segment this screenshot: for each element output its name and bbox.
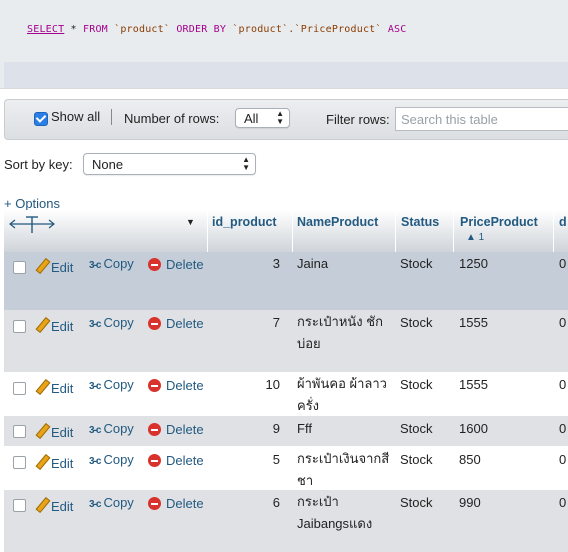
- column-header-price-product[interactable]: PriceProduct: [460, 215, 538, 229]
- edit-button[interactable]: Edit: [35, 377, 73, 396]
- number-of-rows-select[interactable]: All ▲ ▼: [235, 108, 290, 128]
- sql-toolbar-strip: [4, 62, 568, 88]
- copy-button[interactable]: 3-c Copy: [89, 377, 134, 392]
- row-select-checkbox[interactable]: [13, 456, 26, 469]
- copy-icon: 3-c: [89, 260, 101, 271]
- updown-arrows-icon: ▲ ▼: [242, 155, 250, 172]
- show-all-checkbox[interactable]: [34, 112, 48, 126]
- cell-status: Stock: [400, 452, 433, 467]
- cell-id-product: 3: [272, 256, 280, 271]
- copy-icon: 3-c: [89, 456, 101, 467]
- edit-button[interactable]: Edit: [35, 315, 73, 334]
- cell-next: 0: [559, 377, 567, 392]
- delete-button[interactable]: Delete: [148, 377, 204, 393]
- sort-ascending-indicator: ▲ 1: [466, 232, 485, 243]
- cell-id-product: 5: [272, 452, 280, 467]
- edit-button[interactable]: Edit: [35, 495, 73, 514]
- row-select-checkbox[interactable]: [13, 499, 26, 512]
- cell-next: 0: [559, 495, 567, 510]
- copy-button[interactable]: 3-c Copy: [89, 421, 134, 436]
- number-of-rows-label: Number of rows:: [124, 111, 220, 126]
- cell-price-product: 1555: [459, 377, 488, 392]
- cell-name-product: กระเป๋าเงินจากสีชา: [297, 451, 390, 488]
- copy-icon: 3-c: [89, 425, 101, 436]
- delete-icon: [148, 497, 161, 510]
- copy-button[interactable]: 3-c Copy: [89, 495, 134, 510]
- column-header-id-product[interactable]: id_product: [212, 215, 277, 229]
- cell-name-product: กระเป๋าหนัง ชักบ่อย: [297, 314, 383, 351]
- copy-button[interactable]: 3-c Copy: [89, 315, 134, 330]
- copy-button[interactable]: 3-c Copy: [89, 452, 134, 467]
- row-select-checkbox[interactable]: [13, 382, 26, 395]
- column-header-status[interactable]: Status: [401, 215, 439, 229]
- delete-icon: [148, 317, 161, 330]
- sort-by-key-label: Sort by key:: [4, 157, 73, 172]
- sql-query-box: SELECT * FROM `product` ORDER BY `produc…: [0, 0, 568, 89]
- cell-name-product: Jaina: [297, 256, 329, 271]
- column-resize-icon[interactable]: [8, 214, 56, 234]
- delete-button[interactable]: Delete: [148, 452, 204, 468]
- cell-id-product: 6: [272, 495, 280, 510]
- delete-icon: [148, 423, 161, 436]
- delete-icon: [148, 454, 161, 467]
- filter-rows-input[interactable]: Search this table: [395, 107, 568, 131]
- cell-next: 0: [559, 421, 567, 436]
- column-header-next[interactable]: d: [559, 215, 567, 229]
- delete-icon: [148, 379, 161, 392]
- column-dropdown-icon[interactable]: ▼: [186, 217, 195, 227]
- row-select-checkbox[interactable]: [13, 261, 26, 274]
- edit-button[interactable]: Edit: [35, 256, 73, 275]
- cell-name-product: กระเป๋า Jaibangsแดง: [297, 494, 373, 531]
- column-header-name-product[interactable]: NameProduct: [297, 215, 378, 229]
- show-all-label[interactable]: Show all: [51, 109, 100, 124]
- cell-price-product: 1250: [459, 256, 488, 271]
- options-link[interactable]: + Options: [4, 196, 60, 211]
- cell-status: Stock: [400, 421, 433, 436]
- cell-price-product: 1600: [459, 421, 488, 436]
- cell-next: 0: [559, 256, 567, 271]
- cell-price-product: 990: [459, 495, 481, 510]
- delete-button[interactable]: Delete: [148, 421, 204, 437]
- cell-price-product: 850: [459, 452, 481, 467]
- cell-name-product: Fff: [297, 421, 312, 436]
- cell-name-product: ผ้าพันคอ ผ้าลาวครั่ง: [297, 376, 387, 413]
- cell-status: Stock: [400, 495, 433, 510]
- delete-icon: [148, 258, 161, 271]
- row-select-checkbox[interactable]: [13, 425, 26, 438]
- sql-query: SELECT * FROM `product` ORDER BY `produc…: [27, 24, 407, 35]
- copy-icon: 3-c: [89, 381, 101, 392]
- cell-next: 0: [559, 315, 567, 330]
- delete-button[interactable]: Delete: [148, 495, 204, 511]
- edit-button[interactable]: Edit: [35, 452, 73, 471]
- cell-next: 0: [559, 452, 567, 467]
- cell-id-product: 10: [265, 377, 280, 392]
- sort-by-key-select[interactable]: None ▲ ▼: [83, 153, 256, 175]
- updown-arrows-icon: ▲ ▼: [276, 109, 284, 126]
- copy-icon: 3-c: [89, 319, 101, 330]
- filter-rows-label: Filter rows:: [326, 112, 390, 127]
- cell-price-product: 1555: [459, 315, 488, 330]
- nav-divider: [111, 109, 112, 125]
- edit-button[interactable]: Edit: [35, 421, 73, 440]
- cell-id-product: 7: [272, 315, 280, 330]
- cell-status: Stock: [400, 256, 433, 271]
- copy-button[interactable]: 3-c Copy: [89, 256, 134, 271]
- delete-button[interactable]: Delete: [148, 315, 204, 331]
- row-select-checkbox[interactable]: [13, 320, 26, 333]
- delete-button[interactable]: Delete: [148, 256, 204, 272]
- copy-icon: 3-c: [89, 499, 101, 510]
- cell-status: Stock: [400, 377, 433, 392]
- cell-id-product: 9: [272, 421, 280, 436]
- cell-status: Stock: [400, 315, 433, 330]
- sql-keyword-select[interactable]: SELECT: [27, 24, 64, 35]
